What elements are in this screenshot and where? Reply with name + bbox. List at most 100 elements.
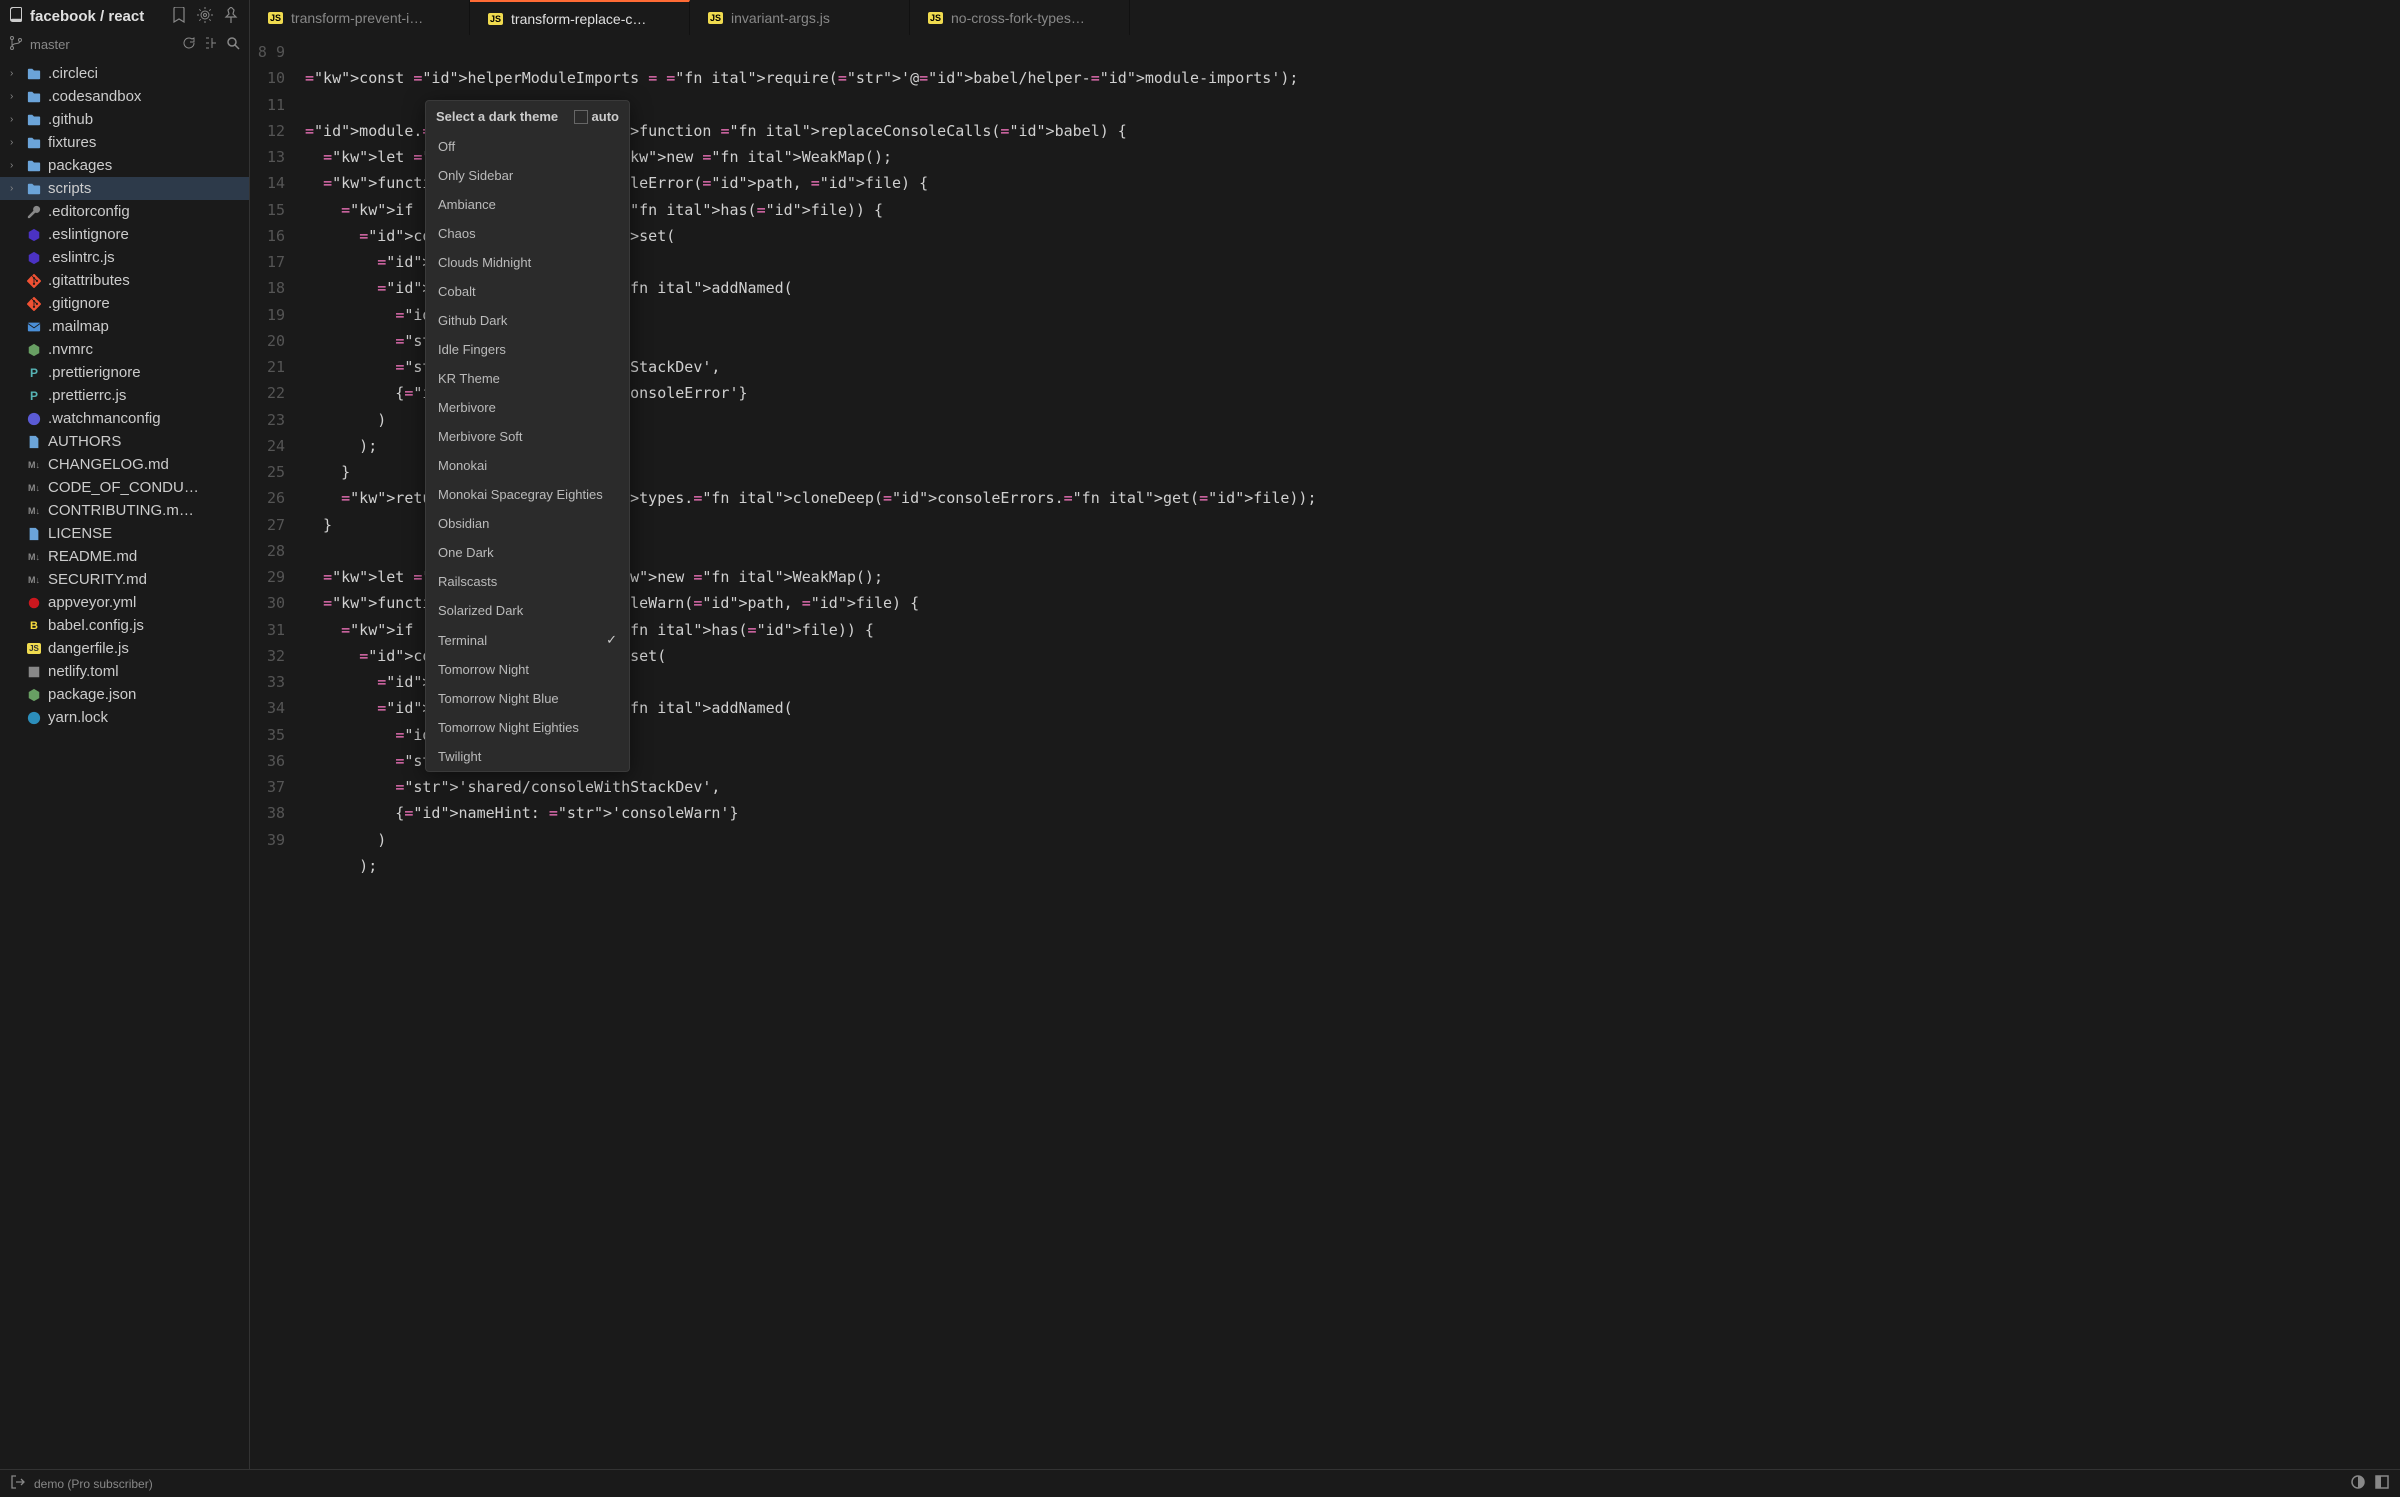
file-item[interactable]: Bbabel.config.js — [0, 614, 249, 637]
file-item[interactable]: M↓CODE_OF_CONDU… — [0, 476, 249, 499]
file-label: netlify.toml — [48, 663, 119, 680]
theme-option[interactable]: Cobalt — [426, 277, 629, 306]
folder-scripts[interactable]: ›scripts — [0, 177, 249, 200]
folder-fixtures[interactable]: ›fixtures — [0, 131, 249, 154]
file-icon: M↓ — [26, 575, 42, 585]
theme-option[interactable]: Twilight — [426, 742, 629, 771]
search-icon[interactable] — [225, 35, 241, 54]
theme-option[interactable]: Obsidian — [426, 509, 629, 538]
refresh-icon[interactable] — [181, 35, 197, 54]
file-item[interactable]: .watchmanconfig — [0, 407, 249, 430]
folder-icon — [26, 159, 42, 173]
theme-option[interactable]: Ambiance — [426, 190, 629, 219]
file-item[interactable]: AUTHORS — [0, 430, 249, 453]
theme-option[interactable]: Solarized Dark — [426, 596, 629, 625]
file-label: .eslintrc.js — [48, 249, 115, 266]
file-item[interactable]: JSdangerfile.js — [0, 637, 249, 660]
theme-option[interactable]: Merbivore — [426, 393, 629, 422]
theme-option[interactable]: Idle Fingers — [426, 335, 629, 364]
file-label: CONTRIBUTING.m… — [48, 502, 194, 519]
theme-label: Github Dark — [438, 313, 507, 328]
file-icon — [26, 596, 42, 610]
branch-name[interactable]: master — [30, 37, 70, 52]
file-tree[interactable]: ›.circleci›.codesandbox›.github›fixtures… — [0, 60, 249, 1469]
file-label: .prettierrc.js — [48, 387, 126, 404]
layout-icon[interactable] — [2374, 1474, 2390, 1493]
tree-icon[interactable] — [203, 35, 219, 54]
theme-option[interactable]: Railscasts — [426, 567, 629, 596]
check-icon: ✓ — [606, 632, 617, 648]
file-item[interactable]: .editorconfig — [0, 200, 249, 223]
theme-option[interactable]: KR Theme — [426, 364, 629, 393]
theme-option[interactable]: Terminal✓ — [426, 625, 629, 655]
file-icon — [26, 228, 42, 242]
theme-option[interactable]: Tomorrow Night — [426, 655, 629, 684]
folder-circleci[interactable]: ›.circleci — [0, 62, 249, 85]
folder-label: packages — [48, 157, 112, 174]
file-item[interactable]: package.json — [0, 683, 249, 706]
chevron-right-icon: › — [10, 91, 20, 102]
file-item[interactable]: appveyor.yml — [0, 591, 249, 614]
folder-packages[interactable]: ›packages — [0, 154, 249, 177]
tab-label: invariant-args.js — [731, 10, 830, 26]
editor-area: JStransform-prevent-i…JStransform-replac… — [250, 0, 2400, 1469]
file-item[interactable]: M↓CHANGELOG.md — [0, 453, 249, 476]
file-item[interactable]: .eslintrc.js — [0, 246, 249, 269]
contrast-icon[interactable] — [2350, 1474, 2366, 1493]
editor-tab[interactable]: JStransform-replace-c… — [470, 0, 690, 35]
file-label: yarn.lock — [48, 709, 108, 726]
theme-option[interactable]: Monokai — [426, 451, 629, 480]
file-label: AUTHORS — [48, 433, 121, 450]
theme-label: Tomorrow Night — [438, 662, 529, 677]
pin-icon[interactable] — [221, 5, 241, 28]
file-item[interactable]: .eslintignore — [0, 223, 249, 246]
file-item[interactable]: yarn.lock — [0, 706, 249, 729]
theme-option[interactable]: Tomorrow Night Eighties — [426, 713, 629, 742]
theme-option[interactable]: Chaos — [426, 219, 629, 248]
folder-icon — [26, 90, 42, 104]
theme-option[interactable]: Off — [426, 132, 629, 161]
file-item[interactable]: .gitattributes — [0, 269, 249, 292]
theme-option[interactable]: One Dark — [426, 538, 629, 567]
file-item[interactable]: P.prettierrc.js — [0, 384, 249, 407]
theme-popup-title: Select a dark theme — [436, 109, 558, 124]
file-item[interactable]: .gitignore — [0, 292, 249, 315]
settings-icon[interactable] — [195, 5, 215, 28]
file-label: .prettierignore — [48, 364, 141, 381]
theme-option[interactable]: Clouds Midnight — [426, 248, 629, 277]
theme-popup-header: Select a dark theme auto — [426, 101, 629, 132]
file-item[interactable]: M↓CONTRIBUTING.m… — [0, 499, 249, 522]
editor-tab[interactable]: JSinvariant-args.js — [690, 0, 910, 35]
file-icon: M↓ — [26, 483, 42, 493]
folder-github[interactable]: ›.github — [0, 108, 249, 131]
js-icon: JS — [268, 12, 283, 24]
file-item[interactable]: .nvmrc — [0, 338, 249, 361]
file-label: SECURITY.md — [48, 571, 147, 588]
auto-label[interactable]: auto — [592, 109, 619, 124]
theme-option[interactable]: Merbivore Soft — [426, 422, 629, 451]
theme-list[interactable]: OffOnly SidebarAmbianceChaosClouds Midni… — [426, 132, 629, 771]
bookmark-icon[interactable] — [169, 5, 189, 28]
file-label: appveyor.yml — [48, 594, 136, 611]
file-item[interactable]: M↓README.md — [0, 545, 249, 568]
folder-label: .github — [48, 111, 93, 128]
file-item[interactable]: LICENSE — [0, 522, 249, 545]
file-item[interactable]: M↓ SECURITY.md — [0, 568, 249, 591]
folder-codesandbox[interactable]: ›.codesandbox — [0, 85, 249, 108]
file-item[interactable]: P.prettierignore — [0, 361, 249, 384]
theme-option[interactable]: Only Sidebar — [426, 161, 629, 190]
editor-tab[interactable]: JStransform-prevent-i… — [250, 0, 470, 35]
auto-checkbox[interactable] — [574, 110, 588, 124]
file-label: .nvmrc — [48, 341, 93, 358]
folder-label: scripts — [48, 180, 91, 197]
status-user[interactable]: demo (Pro subscriber) — [34, 1477, 153, 1491]
theme-option[interactable]: Monokai Spacegray Eighties — [426, 480, 629, 509]
repo-title[interactable]: facebook / react — [30, 8, 144, 25]
theme-option[interactable]: Tomorrow Night Blue — [426, 684, 629, 713]
exit-icon[interactable] — [10, 1474, 26, 1493]
file-item[interactable]: netlify.toml — [0, 660, 249, 683]
theme-option[interactable]: Github Dark — [426, 306, 629, 335]
file-icon — [26, 412, 42, 426]
editor-tab[interactable]: JSno-cross-fork-types… — [910, 0, 1130, 35]
file-item[interactable]: .mailmap — [0, 315, 249, 338]
